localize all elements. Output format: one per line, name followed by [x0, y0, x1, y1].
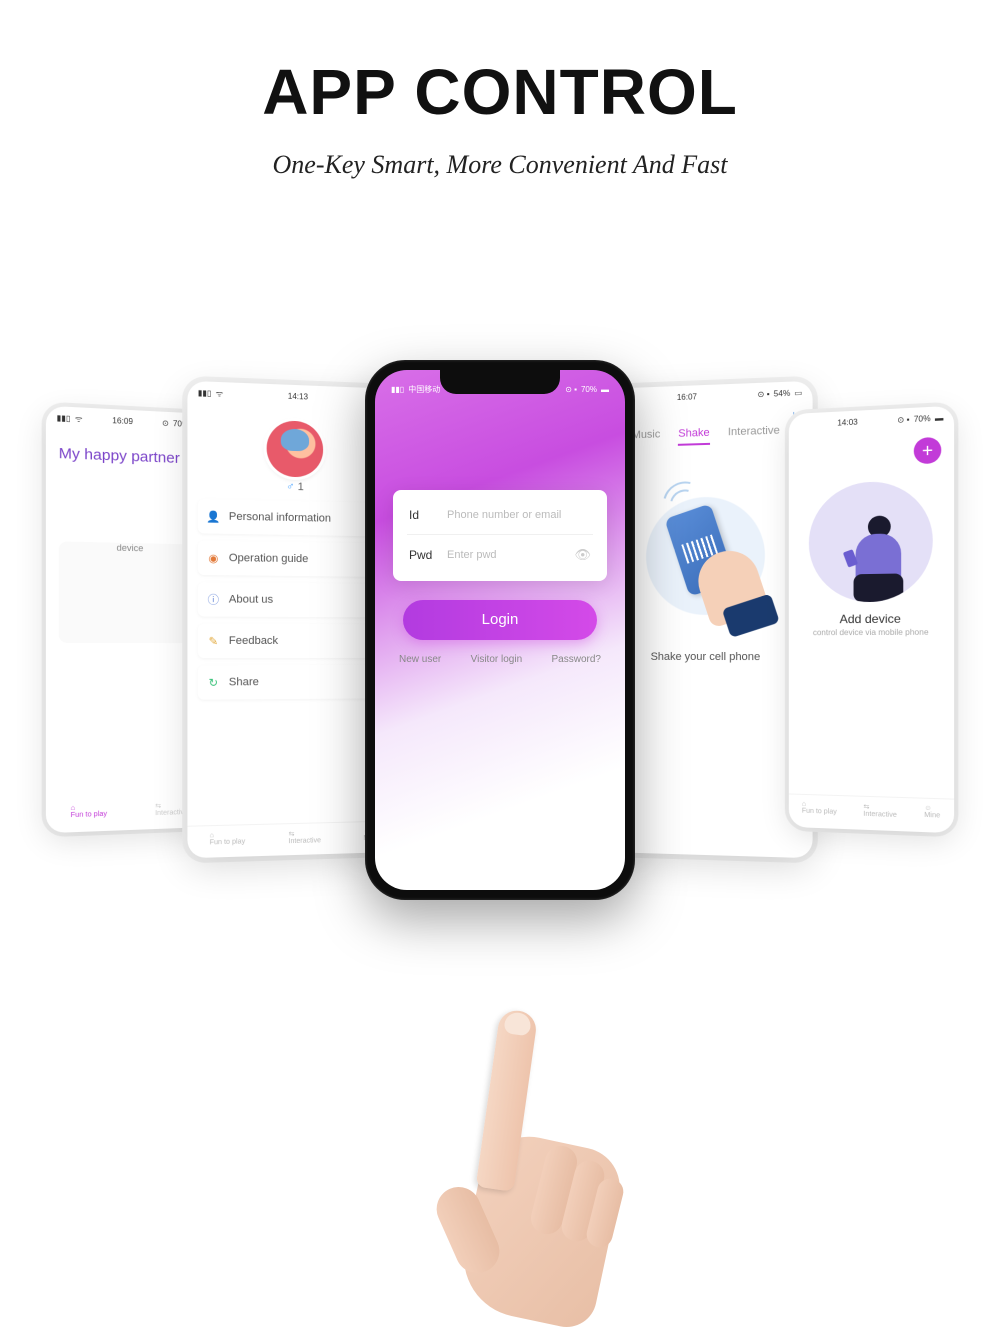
id-label: Id	[409, 508, 437, 522]
plus-icon: +	[922, 440, 933, 461]
eye-icon[interactable]: 👁	[574, 547, 591, 563]
add-device-illustration	[809, 480, 933, 603]
menu-feedback[interactable]: ✎Feedback	[198, 624, 390, 658]
compass-icon: ◉	[206, 551, 220, 565]
tab-interactive[interactable]: Interactive	[728, 425, 780, 445]
page-title: APP CONTROL	[0, 55, 1000, 129]
nav-fun[interactable]: ⌂Fun to play	[71, 804, 107, 820]
login-button[interactable]: Login	[403, 600, 597, 640]
menu-share[interactable]: ↻Share	[198, 665, 390, 700]
hand-pointer	[440, 1010, 640, 1330]
status-time: 16:07	[677, 392, 697, 402]
status-battery: 70%	[581, 385, 597, 394]
device-card-label: device	[59, 541, 199, 554]
edit-icon: ✎	[206, 634, 220, 648]
nav-mine[interactable]: ☺Mine	[924, 805, 940, 821]
login-card: Id Phone number or email Pwd Enter pwd 👁	[393, 490, 607, 581]
phone-stage: ▮▮▯ᯤ 16:09 ⊙70%▬ My happy partner device…	[0, 370, 1000, 930]
info-icon: ⓘ	[206, 592, 220, 606]
share-icon: ↻	[206, 675, 220, 689]
screen-login: ▮▮▯中国移动 ⊙ ▪70%▬ Id Phone number or email…	[375, 370, 625, 890]
device-card[interactable]: device	[59, 541, 199, 643]
add-device-button[interactable]: +	[914, 437, 942, 464]
status-time: 14:13	[288, 391, 308, 401]
pwd-placeholder: Enter pwd	[447, 549, 564, 561]
add-device-title: Add device	[789, 611, 954, 626]
phone-frame: ▮▮▯中国移动 ⊙ ▪70%▬ Id Phone number or email…	[365, 360, 635, 900]
nav-fun[interactable]: ⌂Fun to play	[210, 831, 246, 847]
tab-music[interactable]: Music	[632, 428, 660, 447]
menu-about-us[interactable]: ⓘAbout us	[198, 582, 390, 617]
avatar[interactable]	[267, 420, 323, 478]
pwd-field[interactable]: Pwd Enter pwd 👁	[407, 535, 593, 575]
bottom-nav: ⌂Fun to play ⇆Interactive	[46, 794, 211, 827]
status-battery: 70%	[914, 413, 931, 423]
phone-notch	[440, 370, 560, 394]
visitor-login-link[interactable]: Visitor login	[471, 654, 523, 665]
person-icon: 👤	[206, 509, 220, 523]
signal-icon: ▮▮▯	[57, 413, 71, 423]
add-device-subtitle: control device via mobile phone	[789, 628, 954, 638]
signal-icon: ▮▮▯	[391, 385, 404, 394]
nav-interactive[interactable]: ⇆Interactive	[289, 829, 321, 845]
nav-interactive[interactable]: ⇆Interactive	[155, 801, 188, 817]
screen-partner: ▮▮▯ᯤ 16:09 ⊙70%▬ My happy partner device…	[46, 406, 211, 834]
partner-header: My happy partner	[46, 428, 211, 476]
wifi-icon: ᯤ	[216, 387, 224, 398]
status-time: 14:03	[837, 417, 857, 427]
forgot-password-link[interactable]: Password?	[552, 654, 601, 665]
wifi-icon: ᯤ	[75, 413, 83, 424]
status-bar: 14:03 ⊙ ▪70%▬	[789, 406, 954, 436]
screen-add-device: 14:03 ⊙ ▪70%▬ + Add device control devic…	[789, 406, 954, 834]
pwd-label: Pwd	[409, 548, 437, 562]
status-battery: 54%	[774, 388, 791, 398]
id-field[interactable]: Id Phone number or email	[407, 496, 593, 535]
signal-icon: ▮▮▯	[198, 388, 212, 398]
menu-operation-guide[interactable]: ◉Operation guide	[198, 540, 390, 577]
shake-illustration	[630, 479, 781, 631]
nav-interactive[interactable]: ⇆Interactive	[863, 803, 896, 819]
new-user-link[interactable]: New user	[399, 654, 441, 665]
menu-personal-info[interactable]: 👤Personal information	[198, 499, 390, 537]
page-subtitle: One-Key Smart, More Convenient And Fast	[0, 150, 1000, 180]
status-time: 16:09	[112, 416, 133, 426]
tab-shake[interactable]: Shake	[678, 427, 709, 446]
nav-fun[interactable]: ⌂Fun to play	[802, 801, 837, 817]
bottom-nav: ⌂Fun to play ⇆Interactive ☺Mine	[789, 793, 954, 827]
carrier-label: 中国移动	[408, 384, 440, 395]
login-links: New user Visitor login Password?	[399, 654, 601, 665]
id-placeholder: Phone number or email	[447, 509, 591, 521]
